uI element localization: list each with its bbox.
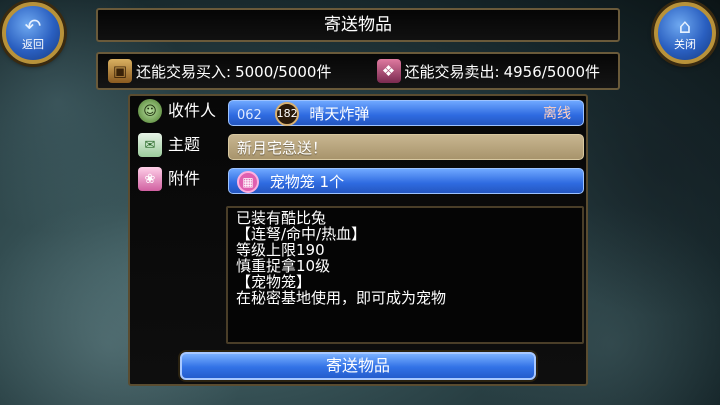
trade-quota-bar: ▣ 还能交易买入: 5000/5000件 ❖ 还能交易卖出: 4956/5000…	[96, 52, 620, 90]
mail-panel: 寄送物品 ▣ 还能交易买入: 5000/5000件 ❖ 还能交易卖出: 4956…	[96, 0, 620, 405]
sell-quota: ❖ 还能交易卖出: 4956/5000件	[376, 59, 600, 83]
attachment-item: 宠物笼 1个	[269, 173, 345, 191]
subject-row: ✉ 主题 新月宅急送！	[130, 130, 590, 160]
description-line: 【连弩/命中/热血】	[236, 225, 367, 243]
attachment-row: ❀ 附件 ▦ 宠物笼 1个	[130, 164, 590, 194]
back-button[interactable]: ↶ 返回	[2, 2, 64, 64]
description-line: 等级上限190	[236, 241, 325, 259]
recipient-icon: ☺	[138, 99, 162, 123]
close-button-label: 关闭	[674, 38, 696, 51]
item-description: 已装有酷比兔 【连弩/命中/热血】 等级上限190 慎重捉拿10级 【宠物笼】 …	[226, 206, 584, 344]
recipient-name: 晴天炸弹	[309, 105, 370, 123]
back-arrow-icon: ↶	[24, 14, 42, 38]
treasure-chest-icon: ▣	[108, 59, 132, 83]
recipient-label: 收件人	[168, 101, 217, 120]
buy-quota-value: 5000/5000件	[235, 62, 332, 81]
recipient-id: 062	[237, 108, 262, 123]
close-button[interactable]: ⌂ 关闭	[654, 2, 716, 64]
panel-title: 寄送物品	[96, 8, 620, 42]
description-line: 【宠物笼】	[236, 273, 312, 291]
mail-form: ☺ 收件人 062 182 晴天炸弹 离线 ✉ 主题 新月宅急送！ ❀ 附件 ▦…	[128, 94, 588, 386]
back-button-label: 返回	[22, 38, 44, 51]
pet-cage-icon: ▦	[237, 170, 259, 193]
merchant-icon: ❖	[376, 59, 401, 83]
attachment-label: 附件	[168, 169, 201, 188]
envelope-icon: ✉	[138, 133, 162, 157]
home-icon: ⌂	[678, 14, 692, 38]
send-item-button[interactable]: 寄送物品	[180, 352, 536, 380]
gift-icon: ❀	[138, 167, 162, 191]
description-line: 在秘密基地使用，即可成为宠物	[236, 289, 447, 307]
recipient-row: ☺ 收件人 062 182 晴天炸弹 离线	[130, 96, 590, 126]
buy-quota: ▣ 还能交易买入: 5000/5000件	[108, 59, 331, 83]
buy-quota-label: 还能交易买入:	[136, 62, 232, 81]
recipient-level-badge: 182	[274, 101, 299, 126]
sell-quota-value: 4956/5000件	[503, 62, 600, 81]
recipient-field[interactable]: 062 182 晴天炸弹 离线	[228, 100, 584, 126]
subject-input[interactable]: 新月宅急送！	[228, 134, 584, 160]
description-line: 慎重捉拿10级	[236, 257, 331, 275]
sell-quota-label: 还能交易卖出:	[404, 62, 500, 81]
subject-label: 主题	[168, 135, 201, 154]
description-line: 已装有酷比兔	[236, 209, 327, 227]
attachment-field[interactable]: ▦ 宠物笼 1个	[228, 168, 584, 194]
recipient-status: 离线	[543, 106, 571, 122]
